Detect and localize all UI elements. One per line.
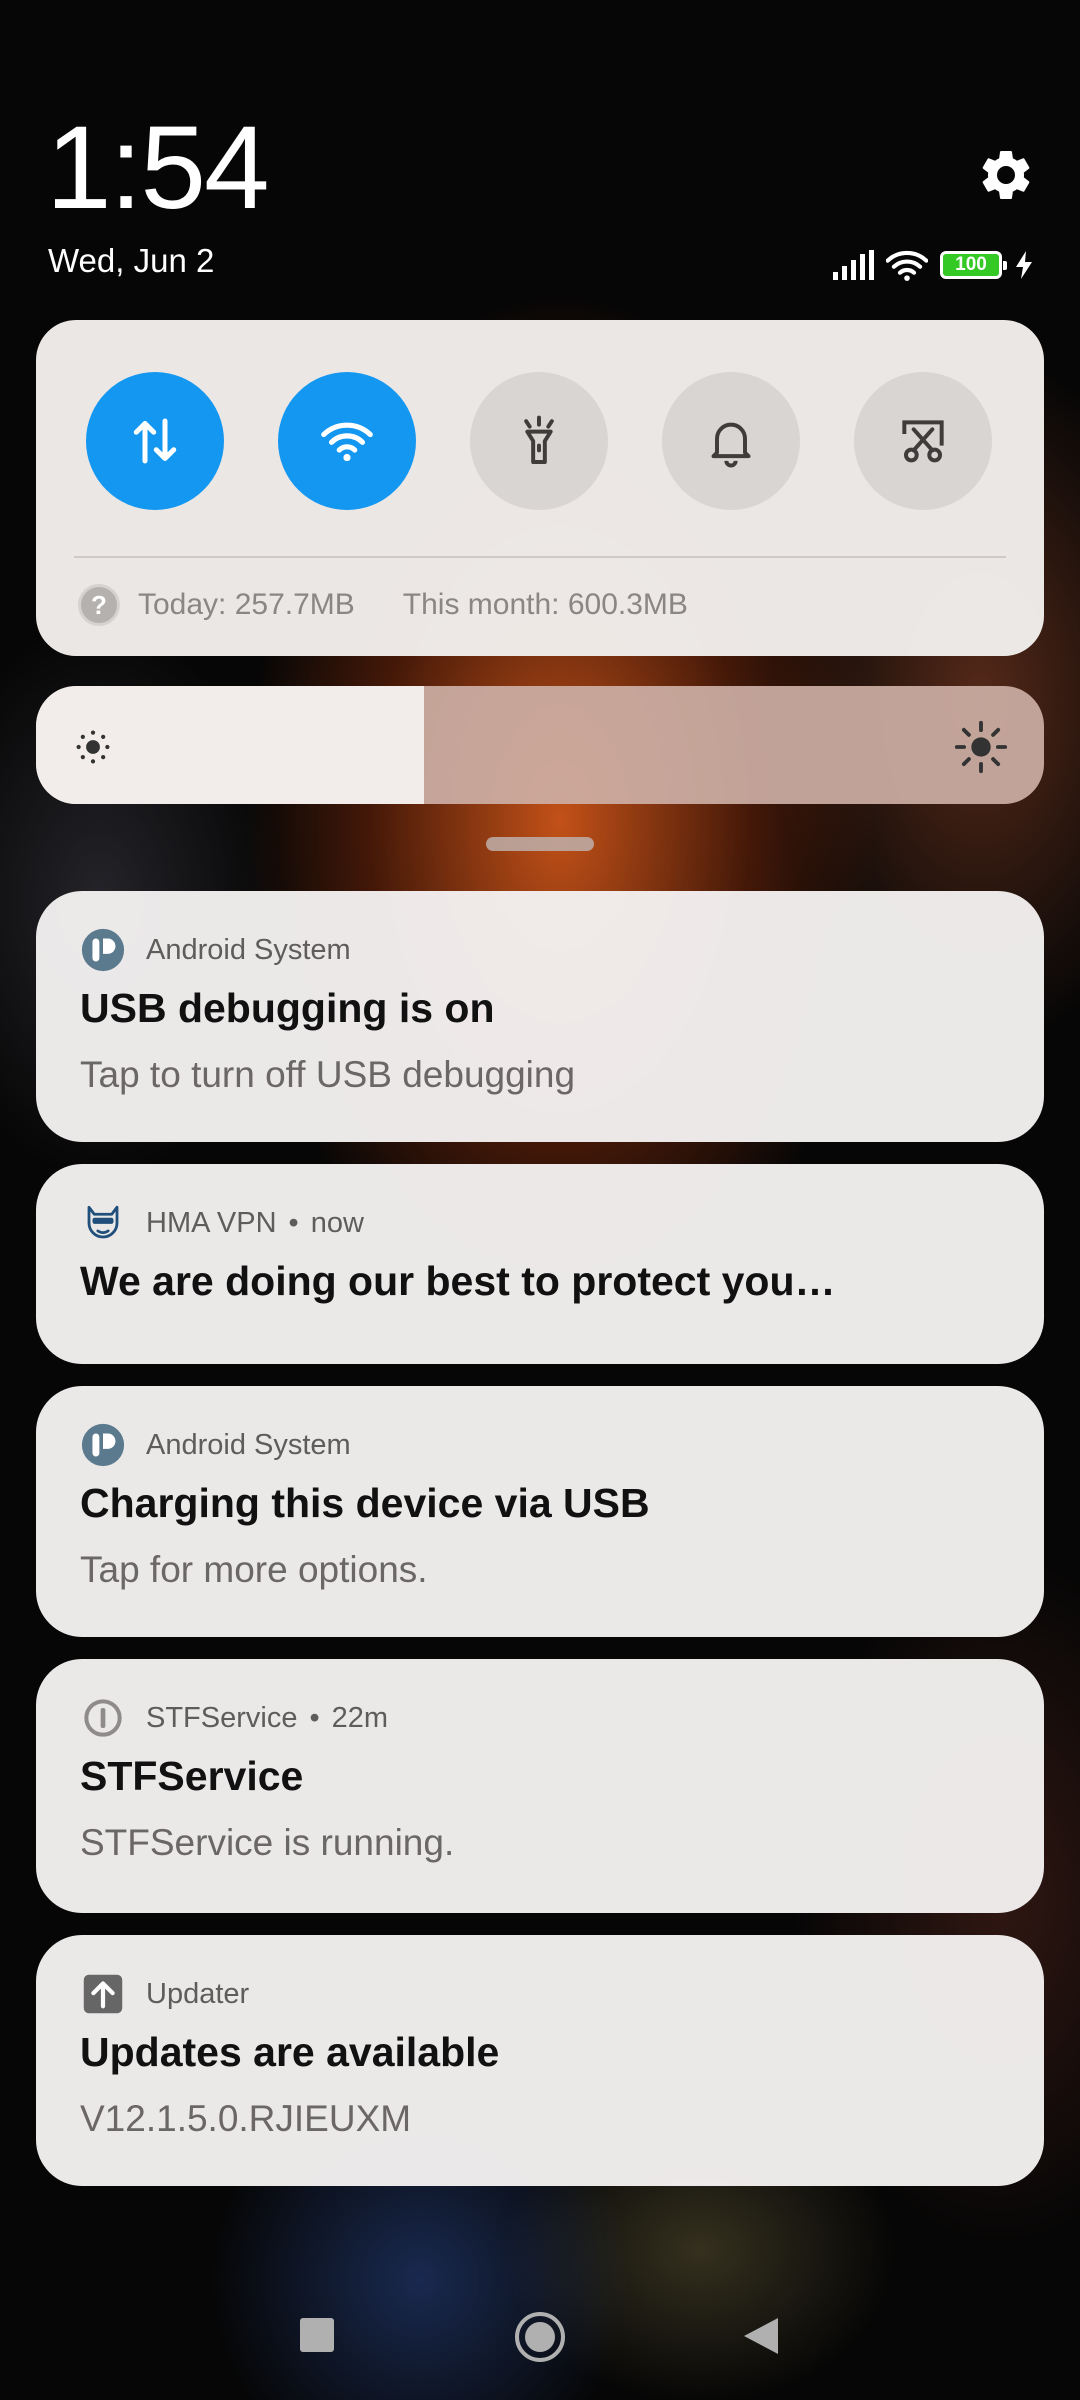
notification-usb-charging[interactable]: Android System Charging this device via … [36,1386,1044,1637]
divider [74,556,1006,558]
notification-text: Tap for more options. [80,1549,428,1590]
notification-header: Updater [80,1971,249,2017]
navigation-bar [0,2290,1080,2380]
brightness-low-icon [76,730,110,764]
android-system-icon [80,927,126,973]
notification-text: STFService is running. [80,1822,455,1863]
wifi-toggle[interactable] [278,372,416,510]
wifi-icon [321,422,373,462]
notification-title: STFService [80,1753,304,1799]
notification-title: USB debugging is on [80,985,495,1031]
usage-today: Today: 257.7MB [138,588,355,621]
sound-toggle[interactable] [662,372,800,510]
wifi-icon [886,250,928,281]
signal-icon [833,250,874,280]
info-icon [80,1695,126,1741]
notification-header: Android System [80,1422,351,1468]
hma-vpn-icon [80,1200,126,1246]
notification-app: Updater [146,1977,250,2010]
brightness-high-icon [954,720,1008,774]
battery-icon: 100 [940,251,1007,279]
notification-app: HMA VPN [146,1206,277,1239]
bell-icon [711,422,751,468]
flashlight-icon [524,415,554,464]
notification-usb-debugging[interactable]: Android System USB debugging is on Tap t… [36,891,1044,1142]
notification-header: STFService • 22m [80,1695,388,1741]
notification-updater[interactable]: Updater Updates are available V12.1.5.0.… [36,1935,1044,2186]
back-button[interactable] [742,2316,780,2356]
data-transfer-icon [133,418,177,464]
notification-app: Android System [146,1428,351,1461]
date[interactable]: Wed, Jun 2 [48,242,214,280]
home-button[interactable] [513,2310,567,2364]
updater-icon [80,1971,126,2017]
android-system-icon [80,1422,126,1468]
notification-app: Android System [146,933,351,966]
notification-text: V12.1.5.0.RJIEUXM [80,2098,412,2139]
question-icon: ? [78,584,120,626]
notification-header: HMA VPN • now [80,1200,364,1246]
mobile-data-toggle[interactable] [86,372,224,510]
status-icons: 100 [832,245,1034,285]
brightness-slider[interactable] [36,686,1044,804]
data-usage[interactable]: ? Today: 257.7MB This month: 600.3MB [78,584,688,626]
notification-stfservice[interactable]: STFService • 22m STFService STFService i… [36,1659,1044,1913]
notification-title: We are doing our best to protect you… [80,1258,836,1304]
gear-icon[interactable] [976,145,1036,205]
notification-hma-vpn[interactable]: HMA VPN • now We are doing our best to p… [36,1164,1044,1364]
notification-app: STFService [146,1701,298,1734]
notification-title: Updates are available [80,2029,500,2075]
clock[interactable]: 1:54 [46,100,270,236]
notification-time: now [310,1206,364,1239]
notification-header: Android System [80,927,351,973]
recents-button[interactable] [300,2318,334,2352]
battery-level: 100 [955,254,987,275]
charging-icon [1016,251,1032,279]
scissors-icon [902,420,944,463]
flashlight-toggle[interactable] [470,372,608,510]
notification-time: 22m [331,1701,389,1734]
notification-text: Tap to turn off USB debugging [80,1054,576,1095]
drag-handle[interactable] [486,837,594,851]
usage-month: This month: 600.3MB [402,588,688,621]
notification-title: Charging this device via USB [80,1480,650,1526]
quick-settings-panel: ? Today: 257.7MB This month: 600.3MB [36,320,1044,656]
screenshot-toggle[interactable] [854,372,992,510]
